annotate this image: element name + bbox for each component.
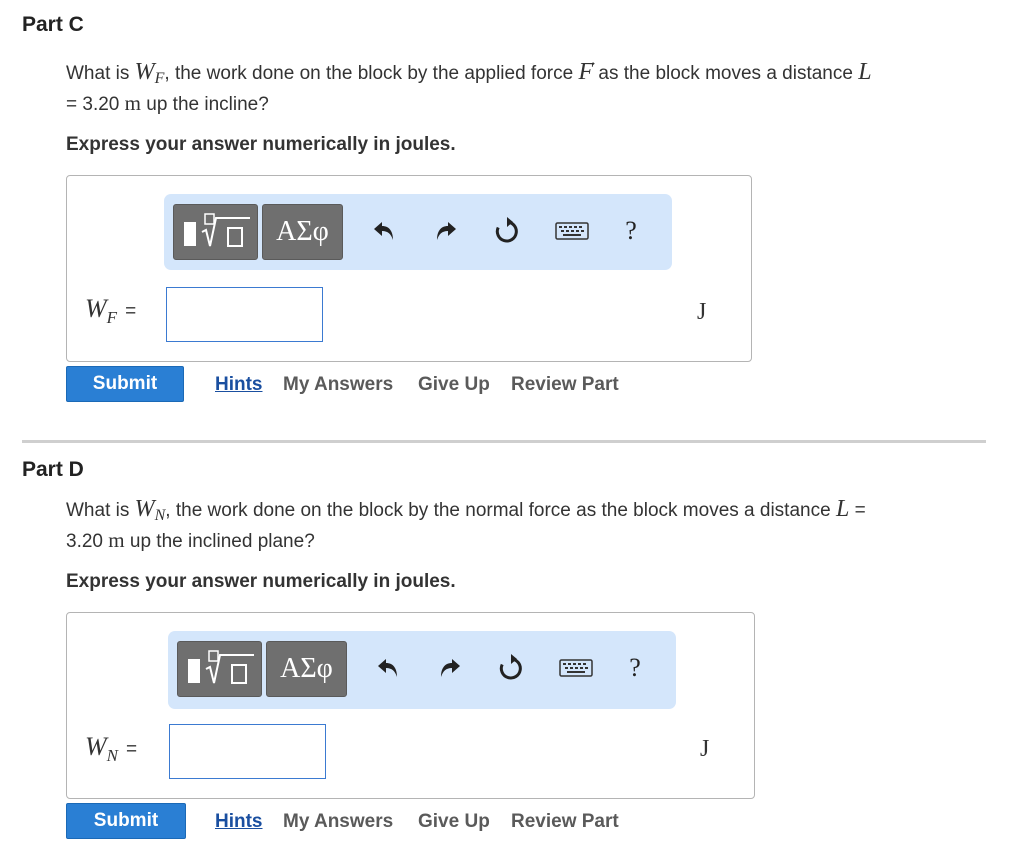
help-icon: ? [625,216,637,245]
keyboard-button[interactable] [554,194,590,268]
templates-button[interactable] [173,204,258,260]
part-d-my-answers-link[interactable]: My Answers [283,811,393,833]
greek-symbols-button[interactable]: ΑΣφ [262,204,343,260]
part-c-unit: J [697,299,707,325]
part-d-answer-input[interactable] [169,724,326,779]
part-d-unit: J [700,736,710,762]
undo-icon [378,659,397,677]
part-c-title: Part C [22,13,84,36]
part-d-review-part-link[interactable]: Review Part [511,811,619,833]
part-c-give-up-link[interactable]: Give Up [418,374,490,396]
part-c-hints-link[interactable]: Hints [215,374,263,396]
part-c-submit-button[interactable]: Submit [66,366,184,402]
undo-icon [374,222,393,240]
keyboard-icon [555,222,589,240]
part-d-give-up-link[interactable]: Give Up [418,811,490,833]
section-divider [22,440,986,443]
help-icon: ? [629,653,641,682]
part-d-instruction: Express your answer numerically in joule… [66,571,456,592]
templates-icon [183,213,250,247]
reset-icon [495,217,518,243]
redo-button[interactable] [435,631,465,705]
part-d-question: What is WN, the work done on the block b… [66,496,866,553]
redo-icon [437,222,456,240]
part-c-question: What is WF, the work done on the block b… [66,55,872,115]
part-c-my-answers-link[interactable]: My Answers [283,374,393,396]
part-d-answer-label: WN = [85,732,138,765]
part-d-hints-link[interactable]: Hints [215,811,263,833]
keyboard-icon [559,659,593,677]
keyboard-button[interactable] [558,631,594,705]
part-c-math-toolbar: ΑΣφ ? [164,194,672,270]
redo-icon [441,659,460,677]
part-d-title: Part D [22,458,84,481]
part-c-answer-label: WF = [85,294,137,327]
greek-symbols-icon: ΑΣφ [276,216,329,247]
templates-icon [187,650,254,684]
part-d-answer-box: ΑΣφ ? WN = J [66,612,755,799]
redo-button[interactable] [431,194,461,268]
undo-button[interactable] [369,194,399,268]
part-d-math-toolbar: ΑΣφ ? [168,631,676,709]
part-c-instruction: Express your answer numerically in joule… [66,134,456,155]
reset-button[interactable] [491,194,523,268]
greek-symbols-button[interactable]: ΑΣφ [266,641,347,697]
reset-button[interactable] [495,631,527,705]
reset-icon [499,654,522,680]
undo-button[interactable] [373,631,403,705]
part-c-review-part-link[interactable]: Review Part [511,374,619,396]
part-c-answer-input[interactable] [166,287,323,342]
part-c-answer-box: ΑΣφ ? WF = J [66,175,752,362]
help-button[interactable]: ? [623,631,647,705]
greek-symbols-icon: ΑΣφ [280,653,333,684]
templates-button[interactable] [177,641,262,697]
part-d-submit-button[interactable]: Submit [66,803,186,839]
help-button[interactable]: ? [619,194,643,268]
